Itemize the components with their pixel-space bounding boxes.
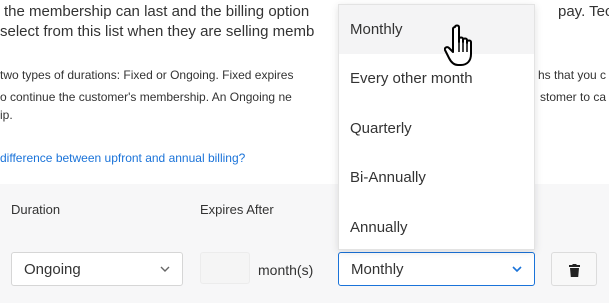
billing-select[interactable]: Monthly: [338, 252, 535, 286]
description-line-2-end: stomer to ca: [540, 90, 607, 104]
hand-pointer-icon: [444, 24, 472, 66]
intro-line-1: the membership can last and the billing …: [4, 3, 310, 20]
billing-help-link[interactable]: difference between upfront and annual bi…: [0, 151, 245, 165]
description-line-3: ip.: [0, 108, 13, 122]
dropdown-option-annually[interactable]: Annually: [339, 203, 534, 252]
duration-header: Duration: [11, 202, 61, 217]
duration-select[interactable]: Ongoing: [11, 252, 183, 286]
intro-line-1-end: pay. Techn: [558, 3, 609, 20]
duration-select-value: Ongoing: [24, 261, 81, 278]
expires-after-input[interactable]: [200, 252, 250, 284]
intro-line-2: select from this list when they are sell…: [0, 23, 315, 40]
delete-row-button[interactable]: [551, 252, 597, 286]
dropdown-option-monthly[interactable]: Monthly: [339, 5, 534, 54]
description-line-1-end: hs that you c: [538, 68, 607, 82]
chevron-down-icon: [512, 266, 522, 273]
dropdown-option-quarterly[interactable]: Quarterly: [339, 104, 534, 153]
description-line-2: o continue the customer's membership. An…: [0, 90, 292, 104]
description-line-1: two types of durations: Fixed or Ongoing…: [0, 68, 294, 82]
expires-after-header: Expires After: [200, 202, 274, 217]
billing-dropdown-menu: Monthly Every other month Quarterly Bi-A…: [338, 4, 535, 250]
billing-select-value: Monthly: [351, 261, 404, 278]
dropdown-option-bi-annually[interactable]: Bi-Annually: [339, 153, 534, 202]
dropdown-option-every-other-month[interactable]: Every other month: [339, 54, 534, 103]
chevron-down-icon: [160, 266, 170, 272]
months-unit-label: month(s): [258, 262, 314, 278]
trash-icon: [569, 264, 580, 277]
